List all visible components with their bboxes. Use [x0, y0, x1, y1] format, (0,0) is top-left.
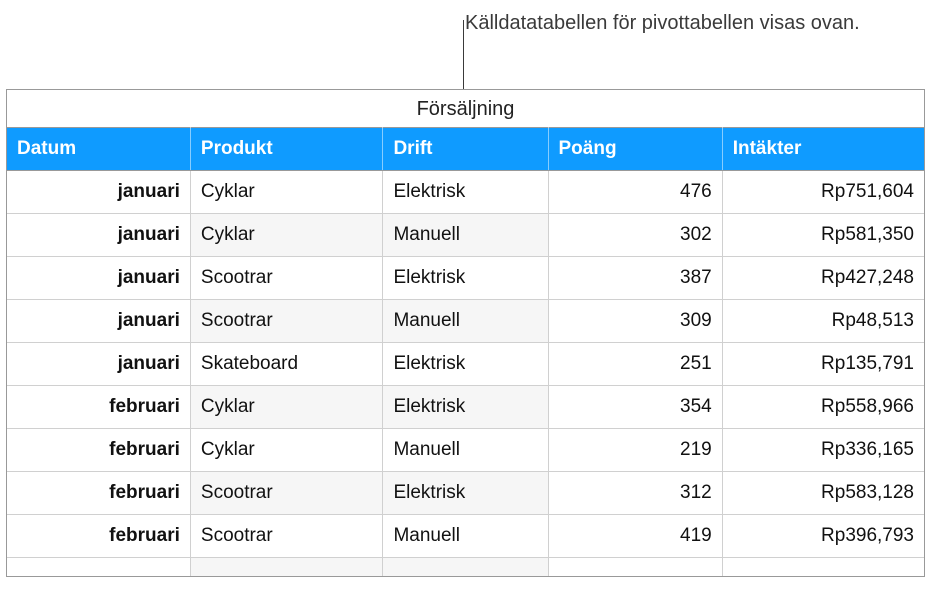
- cell-produkt: Scootrar: [190, 300, 383, 343]
- cell-datum: februari: [7, 386, 190, 429]
- cell-poang: 302: [548, 214, 722, 257]
- cell-poang: 309: [548, 300, 722, 343]
- cell-poang: 419: [548, 515, 722, 558]
- table-caption: Försäljning: [7, 90, 924, 127]
- cell-poang: 312: [548, 472, 722, 515]
- cell-empty: [190, 558, 383, 577]
- cell-intakter: Rp581,350: [722, 214, 924, 257]
- cell-datum: januari: [7, 214, 190, 257]
- cell-datum: februari: [7, 515, 190, 558]
- table-row: januariCyklarElektrisk476Rp751,604: [7, 171, 924, 214]
- cell-produkt: Cyklar: [190, 386, 383, 429]
- table-row: januariScootrarManuell309Rp48,513: [7, 300, 924, 343]
- cell-empty: [548, 558, 722, 577]
- cell-datum: januari: [7, 171, 190, 214]
- cell-poang: 476: [548, 171, 722, 214]
- cell-empty: [383, 558, 548, 577]
- cell-intakter: Rp336,165: [722, 429, 924, 472]
- callout-text: Källdatatabellen för pivottabellen visas…: [465, 10, 860, 37]
- col-header-poang: Poäng: [548, 128, 722, 171]
- table-row: januariScootrarElektrisk387Rp427,248: [7, 257, 924, 300]
- cell-drift: Elektrisk: [383, 171, 548, 214]
- table-row: februariScootrarManuell419Rp396,793: [7, 515, 924, 558]
- cell-drift: Manuell: [383, 214, 548, 257]
- table-row: februariCyklarElektrisk354Rp558,966: [7, 386, 924, 429]
- cell-drift: Elektrisk: [383, 386, 548, 429]
- cell-drift: Elektrisk: [383, 343, 548, 386]
- cell-intakter: Rp583,128: [722, 472, 924, 515]
- cell-produkt: Skateboard: [190, 343, 383, 386]
- cell-intakter: Rp558,966: [722, 386, 924, 429]
- cell-intakter: Rp751,604: [722, 171, 924, 214]
- cell-datum: februari: [7, 429, 190, 472]
- table-row-empty: [7, 558, 924, 577]
- cell-intakter: Rp396,793: [722, 515, 924, 558]
- cell-intakter: Rp427,248: [722, 257, 924, 300]
- col-header-drift: Drift: [383, 128, 548, 171]
- source-data-table: Försäljning Datum Produkt Drift Poäng In…: [6, 89, 925, 577]
- cell-intakter: Rp135,791: [722, 343, 924, 386]
- table-row: februariScootrarElektrisk312Rp583,128: [7, 472, 924, 515]
- cell-produkt: Scootrar: [190, 472, 383, 515]
- cell-poang: 219: [548, 429, 722, 472]
- cell-produkt: Cyklar: [190, 429, 383, 472]
- table-row: januariCyklarManuell302Rp581,350: [7, 214, 924, 257]
- cell-produkt: Scootrar: [190, 515, 383, 558]
- cell-produkt: Cyklar: [190, 171, 383, 214]
- cell-poang: 354: [548, 386, 722, 429]
- col-header-intakter: Intäkter: [722, 128, 924, 171]
- cell-empty: [722, 558, 924, 577]
- table-row: februariCyklarManuell219Rp336,165: [7, 429, 924, 472]
- cell-empty: [7, 558, 190, 577]
- cell-datum: februari: [7, 472, 190, 515]
- cell-datum: januari: [7, 257, 190, 300]
- table-header-row: Datum Produkt Drift Poäng Intäkter: [7, 128, 924, 171]
- col-header-datum: Datum: [7, 128, 190, 171]
- cell-drift: Elektrisk: [383, 472, 548, 515]
- callout-leader-line: [463, 20, 464, 90]
- cell-drift: Elektrisk: [383, 257, 548, 300]
- table-row: januariSkateboardElektrisk251Rp135,791: [7, 343, 924, 386]
- cell-datum: januari: [7, 300, 190, 343]
- col-header-produkt: Produkt: [190, 128, 383, 171]
- cell-produkt: Scootrar: [190, 257, 383, 300]
- cell-drift: Manuell: [383, 300, 548, 343]
- cell-drift: Manuell: [383, 515, 548, 558]
- cell-produkt: Cyklar: [190, 214, 383, 257]
- cell-drift: Manuell: [383, 429, 548, 472]
- cell-intakter: Rp48,513: [722, 300, 924, 343]
- cell-poang: 251: [548, 343, 722, 386]
- cell-datum: januari: [7, 343, 190, 386]
- cell-poang: 387: [548, 257, 722, 300]
